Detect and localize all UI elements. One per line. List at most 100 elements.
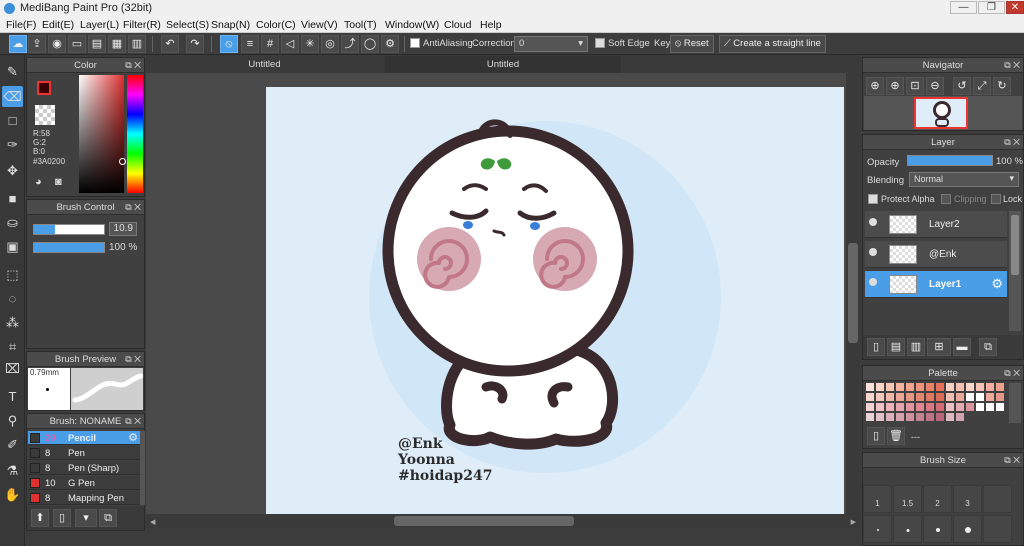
palette-swatch[interactable] xyxy=(996,383,1004,391)
comment-icon[interactable]: ◉ xyxy=(48,35,66,53)
palette-swatch[interactable] xyxy=(896,383,904,391)
brush-size-cell[interactable] xyxy=(953,515,982,543)
radial-snap-icon[interactable]: ✳ xyxy=(301,35,319,53)
palette-swatch[interactable] xyxy=(976,393,984,401)
clipping-checkbox[interactable] xyxy=(941,194,951,204)
parallel-snap-icon[interactable]: ≡ xyxy=(241,35,259,53)
dropper-alt-icon[interactable]: ⚗ xyxy=(2,460,23,481)
folder-icon[interactable]: ▬ xyxy=(953,338,971,356)
palette-swatch[interactable] xyxy=(896,403,904,411)
palette-swatch[interactable] xyxy=(886,413,894,421)
palette-swatch[interactable] xyxy=(946,393,954,401)
new-palette-color-icon[interactable]: ▯ xyxy=(867,427,885,445)
snap-settings-icon[interactable]: ⚙ xyxy=(381,35,399,53)
brush-list-scrollbar[interactable] xyxy=(140,431,145,505)
palette-swatch[interactable] xyxy=(956,413,964,421)
lasso-icon[interactable]: ◌ xyxy=(2,288,23,309)
artwork-canvas[interactable]: @Enk Yoonna #hoidap247 xyxy=(146,73,860,514)
palette-swatch[interactable] xyxy=(946,403,954,411)
palette-swatch[interactable] xyxy=(866,413,874,421)
palette-swatch[interactable] xyxy=(866,393,874,401)
text-tool-icon[interactable]: T xyxy=(2,386,23,407)
palette-swatch[interactable] xyxy=(866,383,874,391)
panel-buttons-icon[interactable]: ⧉ ✕ xyxy=(1004,453,1020,468)
menu-help[interactable]: Help xyxy=(480,19,502,31)
eraser-tool-icon[interactable]: ⌫ xyxy=(2,86,23,107)
palette-swatch[interactable] xyxy=(896,393,904,401)
panel-buttons-icon[interactable]: ⧉ ✕ xyxy=(125,352,141,367)
palette-swatch[interactable] xyxy=(876,403,884,411)
brush-item[interactable]: 8 Pen (Sharp) xyxy=(28,461,140,475)
fit-icon[interactable]: ⊡ xyxy=(906,77,924,95)
brush-tool-icon[interactable]: ✎ xyxy=(2,61,23,82)
palette-swatch[interactable] xyxy=(956,403,964,411)
palette-swatch[interactable] xyxy=(876,393,884,401)
menu-edit[interactable]: Edit(E) xyxy=(42,19,74,31)
rotate-left-icon[interactable]: ↺ xyxy=(953,77,971,95)
palette-swatch[interactable] xyxy=(906,393,914,401)
brush-item[interactable]: 8 Pen xyxy=(28,446,140,460)
vscroll-thumb[interactable] xyxy=(848,243,858,343)
navigator-view[interactable] xyxy=(864,96,1022,130)
new-layer-icon[interactable]: ▯ xyxy=(867,338,885,356)
menu-snap[interactable]: Snap(N) xyxy=(211,19,250,31)
brush-item[interactable]: 10 G Pen xyxy=(28,476,140,490)
eye-icon[interactable] xyxy=(869,248,877,256)
frames-icon[interactable]: ▥ xyxy=(128,35,146,53)
layer-row[interactable]: Layer1 ⚙ xyxy=(865,271,1007,298)
layer-settings-icon[interactable]: ⚙ xyxy=(991,276,1003,292)
palette-swatch[interactable] xyxy=(916,383,924,391)
layer-add-menu-icon[interactable]: ⊞ xyxy=(927,338,951,356)
brush-item[interactable]: 8 Mapping Pen xyxy=(28,491,140,505)
brush-size-cell[interactable] xyxy=(923,515,952,543)
palette-swatch[interactable] xyxy=(926,393,934,401)
soft-edge-checkbox[interactable] xyxy=(595,38,605,48)
foreground-color-swatch[interactable] xyxy=(37,81,51,95)
brush-size-cell[interactable] xyxy=(863,515,892,543)
zoom-in-alt-icon[interactable]: ⊕ xyxy=(886,77,904,95)
circle-snap-icon[interactable]: ◎ xyxy=(321,35,339,53)
reset-button[interactable]: ⦸ Reset xyxy=(670,35,714,53)
pen-tool-icon[interactable]: ✑ xyxy=(2,134,23,155)
palette-swatch[interactable] xyxy=(956,393,964,401)
panel-buttons-icon[interactable]: ⧉ ✕ xyxy=(1004,58,1020,73)
layer-scrollbar[interactable] xyxy=(1009,211,1021,331)
select-eraser-icon[interactable]: ⌧ xyxy=(2,358,23,379)
palette-swatch[interactable] xyxy=(966,403,974,411)
share-icon[interactable]: ⇪ xyxy=(28,35,46,53)
palette-swatch[interactable] xyxy=(876,383,884,391)
palette-swatch[interactable] xyxy=(976,403,984,411)
panel-buttons-icon[interactable]: ⧉ ✕ xyxy=(125,58,141,73)
ellipse-snap-icon[interactable]: ◯ xyxy=(361,35,379,53)
eye-icon[interactable] xyxy=(869,278,877,286)
palette-scrollbar[interactable] xyxy=(1009,383,1021,423)
magic-wand-icon[interactable]: ⁂ xyxy=(2,312,23,333)
panel-buttons-icon[interactable]: ⧉ ✕ xyxy=(125,414,141,429)
undo-icon[interactable]: ↶ xyxy=(161,35,179,53)
palette-wheel-icon[interactable]: ◕ xyxy=(35,176,42,188)
palette-swatch[interactable] xyxy=(996,393,1004,401)
lock-checkbox[interactable] xyxy=(991,194,1001,204)
scroll-right-icon[interactable]: ▶ xyxy=(851,518,856,526)
menu-tool[interactable]: Tool(T) xyxy=(344,19,377,31)
palette-swatch[interactable] xyxy=(926,413,934,421)
grid-doc-icon[interactable]: ▦ xyxy=(108,35,126,53)
scroll-left-icon[interactable]: ◀ xyxy=(150,518,155,526)
palette-swatch[interactable] xyxy=(986,383,994,391)
palette-swatch[interactable] xyxy=(966,383,974,391)
new-halftone-layer-icon[interactable]: ▤ xyxy=(887,338,905,356)
palette-swatch[interactable] xyxy=(896,413,904,421)
palette-swatch[interactable] xyxy=(906,413,914,421)
palette-swatch[interactable] xyxy=(946,383,954,391)
shape-fill-icon[interactable]: ■ xyxy=(2,188,23,209)
color-settings-icon[interactable]: ◙ xyxy=(55,176,62,188)
document-icon[interactable]: ▤ xyxy=(88,35,106,53)
panel-buttons-icon[interactable]: ⧉ ✕ xyxy=(125,200,141,215)
delete-palette-color-icon[interactable]: 🗑 xyxy=(887,427,905,445)
saturation-value-picker[interactable] xyxy=(79,75,124,193)
palette-swatch[interactable] xyxy=(866,403,874,411)
palette-swatch[interactable] xyxy=(946,413,954,421)
brush-size-cell[interactable] xyxy=(893,515,922,543)
brush-size-cell[interactable] xyxy=(983,515,1012,543)
fit-screen-icon[interactable]: ⤢ xyxy=(973,77,991,95)
